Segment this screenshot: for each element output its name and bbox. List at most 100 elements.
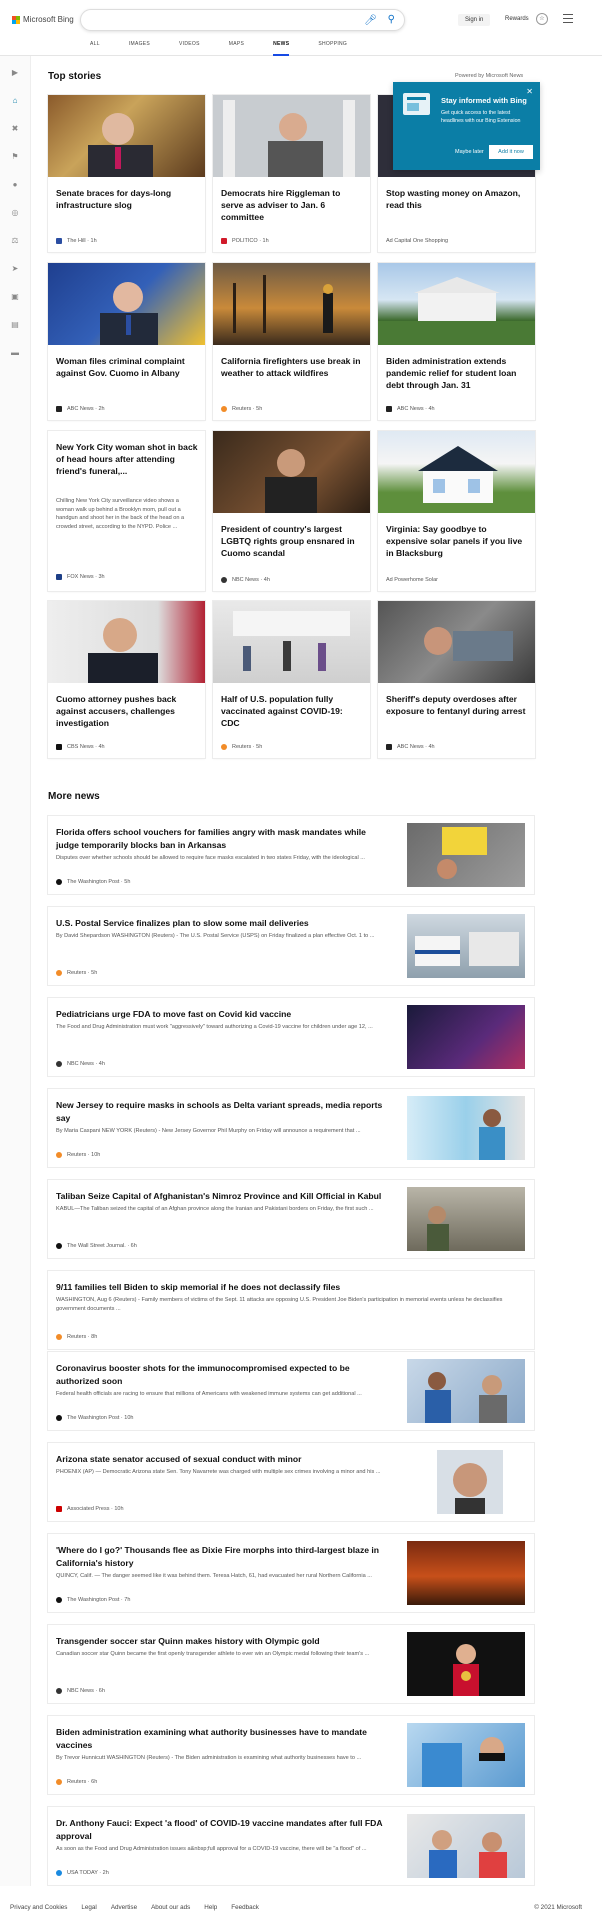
expand-chevron-icon[interactable]: ▶ <box>10 68 20 78</box>
add-it-now-button[interactable]: Add it now <box>489 145 533 159</box>
search-input[interactable] <box>91 10 361 31</box>
globe-icon[interactable]: ◎ <box>10 208 20 218</box>
story-image <box>48 601 205 683</box>
news-title[interactable]: Pediatricians urge FDA to move fast on C… <box>56 1008 391 1021</box>
source-logo-icon <box>56 744 62 750</box>
story-card[interactable]: Sheriff's deputy overdoses after exposur… <box>378 601 535 758</box>
news-description: By Maria Caspani NEW YORK (Reuters) - Ne… <box>56 1128 361 1134</box>
maybe-later-button[interactable]: Maybe later <box>455 149 484 155</box>
sign-in-button[interactable]: Sign in <box>458 14 491 26</box>
close-icon[interactable]: ✕ <box>526 87 533 96</box>
footer-link-feedback[interactable]: Feedback <box>231 1904 259 1911</box>
story-card[interactable]: Senate braces for days-long infrastructu… <box>48 95 205 252</box>
footer-link-help[interactable]: Help <box>204 1904 217 1911</box>
news-row[interactable]: Taliban Seize Capital of Afghanistan's N… <box>48 1180 534 1258</box>
news-title[interactable]: U.S. Postal Service finalizes plan to sl… <box>56 917 391 930</box>
news-title[interactable]: Coronavirus booster shots for the immuno… <box>56 1362 391 1387</box>
news-source: Reuters · 5h <box>56 970 97 976</box>
story-title[interactable]: Half of U.S. population fully vaccinated… <box>221 693 363 729</box>
news-row[interactable]: U.S. Postal Service finalizes plan to sl… <box>48 907 534 985</box>
rewards-label[interactable]: Rewards <box>505 16 529 22</box>
footer-link-advertise[interactable]: Advertise <box>111 1904 137 1911</box>
story-title[interactable]: Woman files criminal complaint against G… <box>56 355 198 379</box>
source-text: The Washington Post · 10h <box>67 1415 134 1421</box>
news-title[interactable]: 9/11 families tell Biden to skip memoria… <box>56 1281 516 1294</box>
menu-icon[interactable] <box>563 14 573 23</box>
politics-icon[interactable]: ⚖ <box>10 236 20 246</box>
news-row[interactable]: Arizona state senator accused of sexual … <box>48 1443 534 1521</box>
news-row[interactable]: Coronavirus booster shots for the immuno… <box>48 1352 534 1430</box>
news-row[interactable]: Dr. Anthony Fauci: Expect 'a flood' of C… <box>48 1807 534 1885</box>
story-title[interactable]: Sheriff's deputy overdoses after exposur… <box>386 693 528 717</box>
tab-videos[interactable]: VIDEOS <box>179 41 200 56</box>
source-logo-icon <box>56 1597 62 1603</box>
news-title[interactable]: Taliban Seize Capital of Afghanistan's N… <box>56 1190 391 1203</box>
story-card[interactable]: Half of U.S. population fully vaccinated… <box>213 601 370 758</box>
story-card[interactable]: New York City woman shot in back of head… <box>48 431 205 591</box>
news-title[interactable]: Biden administration examining what auth… <box>56 1726 391 1751</box>
story-image <box>213 263 370 345</box>
story-description: Chilling New York City surveillance vide… <box>56 498 185 530</box>
flag-icon[interactable]: ⚑ <box>10 152 20 162</box>
news-row[interactable]: New Jersey to require masks in schools a… <box>48 1089 534 1167</box>
story-title[interactable]: California firefighters use break in wea… <box>221 355 363 379</box>
story-card[interactable]: Democrats hire Riggleman to serve as adv… <box>213 95 370 252</box>
tab-maps[interactable]: MAPS <box>229 41 244 56</box>
story-title[interactable]: New York City woman shot in back of head… <box>56 441 198 477</box>
search-icon[interactable]: ⚲ <box>388 14 395 25</box>
news-row[interactable]: Pediatricians urge FDA to move fast on C… <box>48 998 534 1076</box>
news-title[interactable]: Arizona state senator accused of sexual … <box>56 1453 391 1466</box>
news-source: NBC News · 4h <box>56 1061 105 1067</box>
news-title[interactable]: Florida offers school vouchers for famil… <box>56 826 391 851</box>
home-icon[interactable]: ⌂ <box>10 96 20 106</box>
microphone-icon[interactable]: 🎤︎ <box>364 15 377 26</box>
source-logo-icon <box>221 577 227 583</box>
tab-shopping[interactable]: SHOPPING <box>318 41 347 56</box>
money-icon[interactable]: ▬ <box>10 348 20 358</box>
story-title[interactable]: Stop wasting money on Amazon, read this <box>386 187 528 211</box>
story-title[interactable]: Senate braces for days-long infrastructu… <box>56 187 198 211</box>
news-title[interactable]: 'Where do I go?' Thousands flee as Dixie… <box>56 1544 391 1569</box>
tab-images[interactable]: IMAGES <box>129 41 150 56</box>
tab-all[interactable]: ALL <box>90 41 100 56</box>
news-row[interactable]: 9/11 families tell Biden to skip memoria… <box>48 1271 534 1349</box>
tools-icon[interactable]: ✖ <box>10 124 20 134</box>
news-title[interactable]: Transgender soccer star Quinn makes hist… <box>56 1635 391 1648</box>
footer-link-legal[interactable]: Legal <box>81 1904 96 1911</box>
news-row[interactable]: Florida offers school vouchers for famil… <box>48 816 534 894</box>
source-logo-icon <box>56 1506 62 1512</box>
bank-icon[interactable]: ▤ <box>10 320 20 330</box>
story-card[interactable]: President of country's largest LGBTQ rig… <box>213 431 370 591</box>
entertainment-icon[interactable]: ▣ <box>10 292 20 302</box>
story-title[interactable]: Cuomo attorney pushes back against accus… <box>56 693 198 729</box>
tab-news[interactable]: NEWS <box>273 41 290 56</box>
rewards-medal-icon[interactable]: ☆ <box>536 13 548 25</box>
extension-illustration-icon <box>403 93 430 115</box>
footer: Privacy and Cookies Legal Advertise Abou… <box>0 1899 602 1917</box>
news-source: The Wall Street Journal. · 6h <box>56 1243 137 1249</box>
scope-nav: ALL IMAGES VIDEOS MAPS NEWS SHOPPING <box>90 41 376 56</box>
footer-link-about-ads[interactable]: About our ads <box>151 1904 190 1911</box>
news-row[interactable]: Transgender soccer star Quinn makes hist… <box>48 1625 534 1703</box>
story-title[interactable]: President of country's largest LGBTQ rig… <box>221 523 363 559</box>
story-card[interactable]: Virginia: Say goodbye to expensive solar… <box>378 431 535 591</box>
story-card[interactable]: Biden administration extends pandemic re… <box>378 263 535 420</box>
story-title[interactable]: Virginia: Say goodbye to expensive solar… <box>386 523 528 559</box>
location-pin-icon[interactable]: ● <box>10 180 20 190</box>
news-title[interactable]: New Jersey to require masks in schools a… <box>56 1099 391 1124</box>
news-row[interactable]: 'Where do I go?' Thousands flee as Dixie… <box>48 1534 534 1612</box>
story-title[interactable]: Biden administration extends pandemic re… <box>386 355 528 391</box>
powered-by-label[interactable]: Powered by Microsoft News <box>455 73 523 79</box>
news-image <box>407 823 525 887</box>
rocket-icon[interactable]: ➤ <box>10 264 20 274</box>
footer-link-privacy[interactable]: Privacy and Cookies <box>10 1904 67 1911</box>
story-card[interactable]: Cuomo attorney pushes back against accus… <box>48 601 205 758</box>
story-card[interactable]: California firefighters use break in wea… <box>213 263 370 420</box>
story-card[interactable]: Woman files criminal complaint against G… <box>48 263 205 420</box>
news-row[interactable]: Biden administration examining what auth… <box>48 1716 534 1794</box>
story-title[interactable]: Democrats hire Riggleman to serve as adv… <box>221 187 363 223</box>
more-news-heading: More news <box>48 791 100 802</box>
source-text: Reuters · 5h <box>232 744 263 750</box>
news-title[interactable]: Dr. Anthony Fauci: Expect 'a flood' of C… <box>56 1817 391 1842</box>
bing-logo[interactable]: Microsoft Bing <box>12 15 74 24</box>
